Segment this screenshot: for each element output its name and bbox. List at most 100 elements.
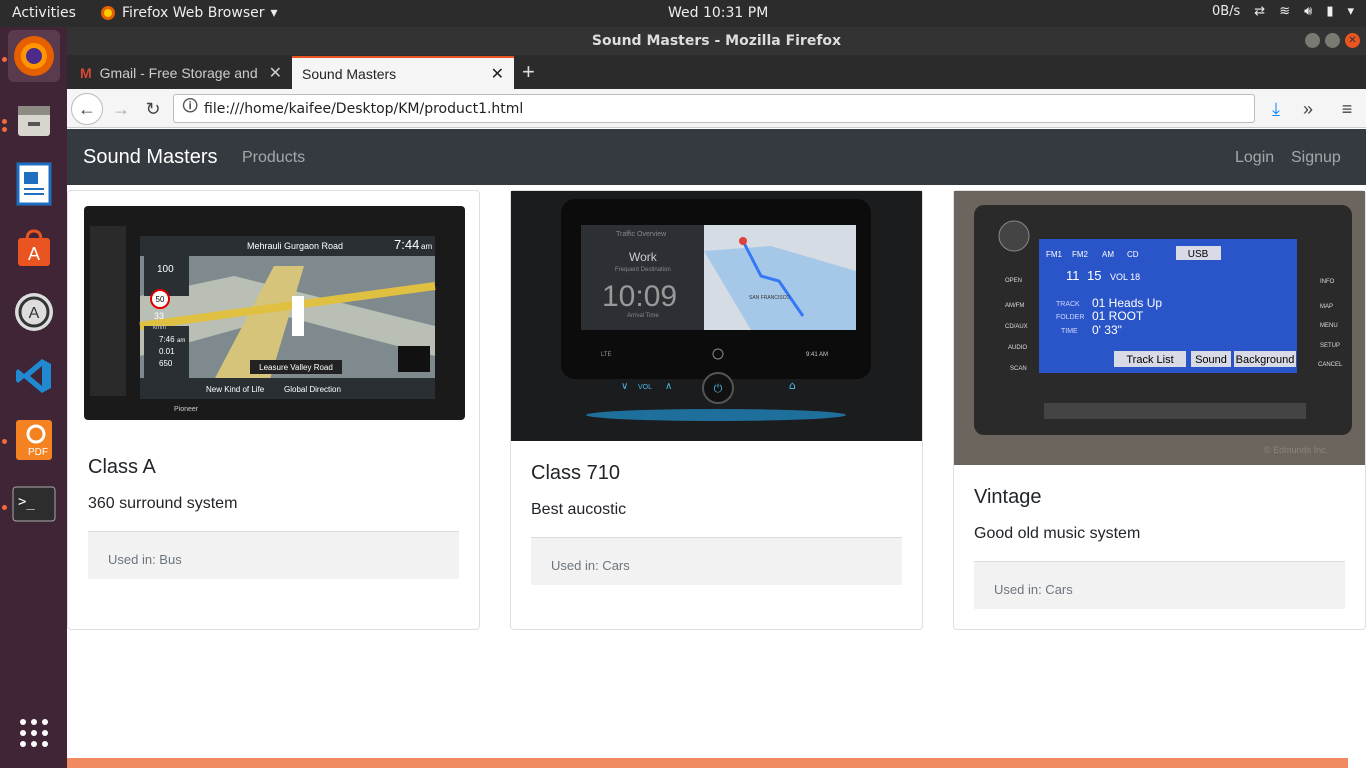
- card-title: Vintage: [974, 486, 1042, 508]
- system-tray[interactable]: 0B/s ⇄ ≋ 🔊︎ ▮ ▾: [1212, 4, 1354, 19]
- downloads-button[interactable]: ⤓: [1260, 93, 1292, 125]
- overflow-button[interactable]: »: [1292, 93, 1324, 125]
- folder-label: FOLDER: [1056, 314, 1084, 321]
- image-watermark: © Edmunds Inc.: [1264, 445, 1328, 455]
- network-transfer-icon: ⇄: [1254, 4, 1266, 19]
- window-title: Sound Masters - Mozilla Firefox: [591, 33, 842, 49]
- close-tab-icon[interactable]: ✕: [269, 63, 282, 83]
- dock-updater[interactable]: A: [8, 286, 60, 338]
- status-time: 9:41 AM: [806, 352, 828, 358]
- left-button-label: AUDIO: [1008, 345, 1027, 351]
- maximize-button[interactable]: [1325, 33, 1340, 48]
- map-eta-unit: am: [177, 338, 185, 344]
- right-button-label: INFO: [1320, 279, 1335, 285]
- card-text: Good old music system: [974, 525, 1141, 542]
- hamburger-icon: ≡: [1341, 98, 1353, 119]
- card-footer: Used in: Cars: [974, 561, 1345, 609]
- svg-text:A: A: [29, 305, 40, 322]
- right-button-label: MAP: [1320, 304, 1333, 310]
- pdf-icon: PDF: [16, 420, 52, 460]
- right-button-label: CANCEL: [1318, 362, 1343, 368]
- app-menu[interactable]: Firefox Web Browser ▾: [100, 5, 278, 21]
- card-text: Best aucostic: [531, 501, 627, 518]
- radio-button-label: Background: [1236, 354, 1295, 366]
- tab-label: Gmail - Free Storage and: [99, 64, 258, 81]
- forward-button[interactable]: →: [105, 93, 137, 125]
- tab-bar: M Gmail - Free Storage and ✕ Sound Maste…: [67, 55, 1366, 89]
- chevron-down-icon: ▾: [270, 5, 278, 21]
- nav-products[interactable]: Products: [242, 149, 305, 167]
- map-turn-distance: 100: [157, 264, 174, 275]
- svg-text:>_: >_: [18, 494, 35, 510]
- band-label-selected: USB: [1188, 249, 1209, 260]
- minimize-button[interactable]: [1305, 33, 1320, 48]
- site-brand[interactable]: Sound Masters: [83, 146, 218, 169]
- close-tab-icon[interactable]: ✕: [491, 64, 504, 84]
- map-time: 7:44: [394, 237, 419, 252]
- dock-software[interactable]: A: [8, 222, 60, 274]
- card-title: Class 710: [531, 462, 620, 484]
- map-speed-limit: 50: [156, 295, 165, 304]
- left-button-label: AM/FM: [1005, 303, 1024, 309]
- map-speed-unit: km/h: [153, 325, 166, 331]
- vol-label: VOL: [638, 384, 652, 391]
- card-footer: Used in: Bus: [88, 531, 459, 579]
- gmail-icon: M: [80, 64, 92, 81]
- page-footer-bar: [67, 758, 1348, 768]
- firefox-icon: [101, 6, 115, 20]
- card-footer: Used in: Cars: [531, 537, 902, 585]
- svg-text:∨: ∨: [621, 381, 628, 392]
- right-button-label: MENU: [1320, 323, 1338, 329]
- back-button[interactable]: ←: [71, 93, 103, 125]
- vscode-icon: [16, 359, 51, 393]
- svg-text:A: A: [28, 244, 40, 264]
- shopping-bag-icon: A: [18, 229, 50, 266]
- dock-files[interactable]: [8, 94, 60, 146]
- new-tab-button[interactable]: +: [522, 59, 535, 85]
- left-button-label: CD/AUX: [1005, 324, 1028, 330]
- battery-icon: ▮: [1326, 4, 1334, 19]
- map-artist: Global Direction: [284, 385, 341, 394]
- url-text: file:///home/kaifee/Desktop/KM/product1.…: [204, 100, 524, 117]
- clock[interactable]: Wed 10:31 PM: [668, 5, 768, 21]
- volume-level: VOL 18: [1110, 272, 1140, 282]
- carplay-clock: 10:09: [602, 280, 677, 313]
- dock-firefox[interactable]: [8, 30, 60, 82]
- map-road-label: Mehrauli Gurgaon Road: [247, 241, 343, 251]
- product-image: Mehrauli Gurgaon Road 7:44 am 100 50 33 …: [84, 206, 465, 420]
- track-number-2: 15: [1087, 268, 1101, 283]
- nav-signup[interactable]: Signup: [1291, 149, 1341, 167]
- product-card: Traffic Overview Work Frequent Destinati…: [510, 190, 923, 630]
- url-bar[interactable]: 🛈︎ file:///home/kaifee/Desktop/KM/produc…: [173, 94, 1255, 123]
- dock-terminal[interactable]: >_: [8, 478, 60, 530]
- firefox-icon: [14, 36, 54, 76]
- tab-label: Sound Masters: [302, 65, 397, 82]
- dock-vscode[interactable]: [8, 350, 60, 402]
- radio-button-label: Sound: [1195, 354, 1227, 366]
- tab-sound-masters[interactable]: Sound Masters ✕: [292, 56, 514, 89]
- time-label: TIME: [1061, 328, 1078, 335]
- double-chevron-icon: »: [1302, 98, 1313, 119]
- document-icon: [16, 162, 52, 206]
- nav-login[interactable]: Login: [1235, 149, 1274, 167]
- running-indicator: [2, 119, 7, 124]
- reload-button[interactable]: ↻: [137, 93, 169, 125]
- product-card: Mehrauli Gurgaon Road 7:44 am 100 50 33 …: [67, 190, 480, 630]
- download-icon: ⤓: [1272, 98, 1280, 119]
- close-window-button[interactable]: ✕: [1345, 33, 1360, 48]
- app-name: Firefox Web Browser: [122, 5, 265, 21]
- dock-writer[interactable]: [8, 158, 60, 210]
- card-text: 360 surround system: [88, 495, 238, 512]
- tab-gmail[interactable]: M Gmail - Free Storage and ✕: [70, 56, 292, 89]
- right-button-label: SETUP: [1320, 343, 1340, 349]
- left-button-label: SCAN: [1010, 366, 1027, 372]
- info-icon[interactable]: 🛈︎: [182, 95, 204, 122]
- track-number: 11: [1066, 268, 1080, 283]
- carplay-arrival: Arrival Time: [627, 313, 659, 319]
- activities-button[interactable]: Activities: [12, 5, 76, 21]
- device-brand: Pioneer: [174, 406, 199, 413]
- folder-value: 01 ROOT: [1092, 309, 1144, 323]
- menu-button[interactable]: ≡: [1331, 93, 1363, 125]
- dock-pdf[interactable]: PDF: [8, 414, 60, 466]
- show-applications-button[interactable]: [8, 707, 60, 759]
